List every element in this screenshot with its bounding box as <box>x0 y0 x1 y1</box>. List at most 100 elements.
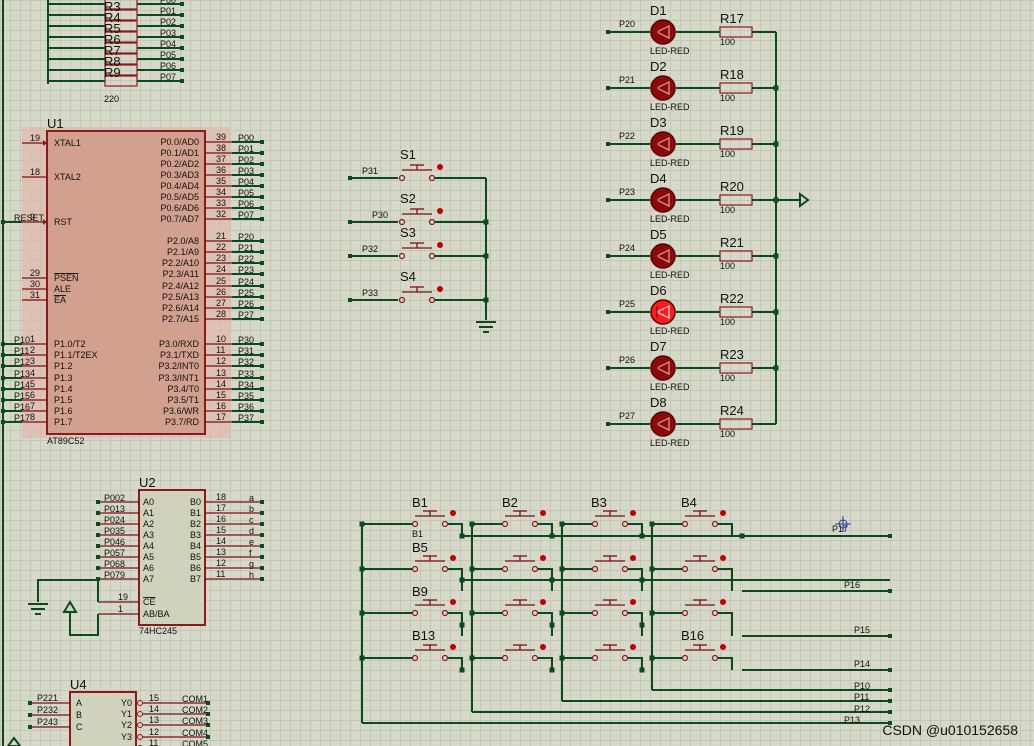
pin-number: 8 <box>30 412 35 422</box>
net-label: COM1 <box>182 694 208 704</box>
resistor-value: 100 <box>720 149 735 159</box>
u4-decoder[interactable]: U4 P221 A P232 B P243 C 15 Y0 COM1 14 Y1 COM2 13 Y2 COM… <box>6 677 210 746</box>
junction-dot <box>483 297 489 303</box>
inverted-output <box>137 700 143 706</box>
junction-dot <box>549 667 555 673</box>
led-ref: D1 <box>650 3 667 18</box>
terminal <box>28 701 32 705</box>
power-symbol <box>6 736 22 746</box>
terminal <box>888 534 892 538</box>
pin-name: B1 <box>190 508 201 518</box>
led-column[interactable]: P20 D1 LED-RED R17 100 P21 D2 LED-RED R18 100 P22 D… <box>606 3 810 448</box>
key-indicator <box>630 510 636 516</box>
u2-74hc245[interactable]: U2 74HC245 P002 A0 P013 A1 P024 A2 P035 A3 P046 A4 P… <box>28 475 264 636</box>
inverted-output <box>137 722 143 728</box>
resistor-ref: R21 <box>720 235 744 250</box>
net-label: P07 <box>160 72 176 82</box>
pin-number: 2 <box>30 345 35 355</box>
net-label: P27 <box>619 411 635 421</box>
terminal <box>260 317 264 321</box>
key-contact <box>621 565 629 573</box>
led-type: LED-RED <box>650 46 690 56</box>
junction-dot <box>483 253 489 259</box>
resistor-value: 100 <box>720 429 735 439</box>
switch-indicator <box>437 164 443 170</box>
u1-at89c52[interactable]: U1AT89C5219 XTAL118 XTAL29 RSTRESET29 PSEN30… <box>1 116 264 446</box>
pin-name: A2 <box>143 519 154 529</box>
resistor-pack[interactable]: P00P01P02P03P04P05P06P07R3R4R5R6R7R8R922… <box>47 0 184 104</box>
pin-name: P3.6/WR <box>163 406 200 416</box>
terminal <box>180 68 184 72</box>
net-label: P02 <box>160 17 176 27</box>
push-switches[interactable]: P31 S1 P30 S2 P32 S3 P33 S4 <box>348 147 496 333</box>
terminal <box>260 522 264 526</box>
net-label: P01 <box>160 6 176 16</box>
key-contact <box>441 565 449 573</box>
pin-name: A <box>76 698 82 708</box>
terminal <box>260 500 264 504</box>
terminal <box>260 151 264 155</box>
switch-contact <box>398 218 406 226</box>
net-label: P10 <box>854 681 870 691</box>
pin-name: P2.7/A15 <box>162 314 199 324</box>
led-ref: D2 <box>650 59 667 74</box>
resistor-value: 100 <box>720 37 735 47</box>
pin-number: 1 <box>118 604 123 614</box>
junction-dot <box>549 533 555 539</box>
net-label: P068 <box>104 559 125 569</box>
pin-name: P1.0/T2 <box>54 339 86 349</box>
pin-name: B3 <box>190 530 201 540</box>
net-label: P37 <box>238 413 254 423</box>
net-label: P33 <box>238 369 254 379</box>
terminal <box>180 13 184 17</box>
terminal <box>260 239 264 243</box>
schematic-canvas[interactable]: P00 P01 P02 P03 P04 P05 P06 P07 R3 R4 R5 R6 R7 R8 R9 22… <box>0 0 1034 746</box>
key-indicator <box>540 555 546 561</box>
net-label: P00 <box>238 133 254 143</box>
terminal <box>96 522 100 526</box>
watermark: CSDN @u010152658 <box>882 722 1018 738</box>
key-indicator <box>540 510 546 516</box>
junction-dot <box>459 533 465 539</box>
net-label: P14 <box>854 659 870 669</box>
pin-number: 31 <box>30 290 40 300</box>
switch-contact <box>398 174 406 182</box>
key-indicator <box>630 644 636 650</box>
led-type: LED-RED <box>650 214 690 224</box>
terminal <box>180 24 184 28</box>
net-label: P16 <box>844 580 860 590</box>
led-ref: D7 <box>650 339 667 354</box>
key-contact <box>501 609 509 617</box>
pin-number: 12 <box>149 727 159 737</box>
chip-part: 74HC245 <box>139 626 177 636</box>
key-ref: B13 <box>412 628 435 643</box>
pin-number: 11 <box>216 569 225 579</box>
pin-name: P1.1/T2EX <box>54 350 98 360</box>
wire <box>718 657 733 670</box>
pin-number: 22 <box>216 242 226 252</box>
pin-name: XTAL2 <box>54 172 81 182</box>
pin-name: B7 <box>190 574 201 584</box>
pin-number: 27 <box>216 298 226 308</box>
net-label: P11 <box>854 692 869 702</box>
pin-number: 13 <box>149 715 159 725</box>
junction-dot <box>459 667 465 673</box>
switch-ref: S4 <box>400 269 416 284</box>
wire <box>718 523 733 536</box>
net-label: P10 <box>14 335 30 345</box>
resistor-ref: R19 <box>720 123 744 138</box>
net-label: P13 <box>14 369 30 379</box>
pin-name: P0.7/AD7 <box>160 214 199 224</box>
keypad-matrix[interactable]: B1 B2 B3 B4 B5 B9 B13 B16 B1 P17 P16 P15 P14 P10P11 P1… <box>359 495 893 725</box>
led-body <box>650 355 676 381</box>
terminal <box>260 353 264 357</box>
key-ref: B9 <box>412 584 428 599</box>
key-contact <box>711 654 719 662</box>
led-type: LED-RED <box>650 270 690 280</box>
pin-name: XTAL1 <box>54 138 81 148</box>
net-label: P24 <box>619 243 635 253</box>
net-label: P079 <box>104 570 125 580</box>
pin-number: 28 <box>216 309 226 319</box>
resistor-value: 100 <box>720 205 735 215</box>
pin-number: 21 <box>216 231 226 241</box>
